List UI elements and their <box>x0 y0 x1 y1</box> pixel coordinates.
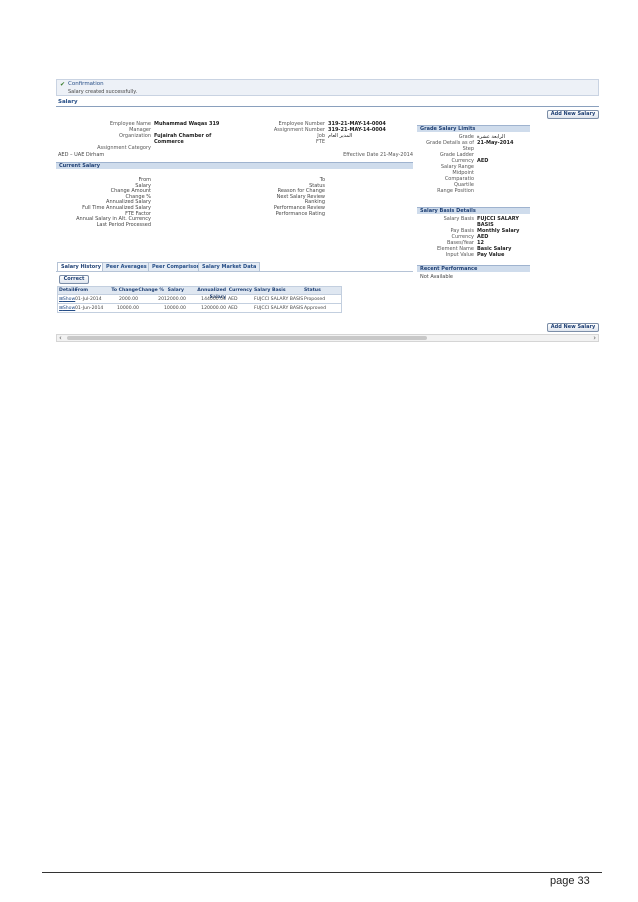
grade-salary-limits-header: Grade Salary Limits <box>417 125 530 132</box>
assignment-category-label: Assignment Category <box>97 145 151 151</box>
header-change: Change <box>118 288 138 293</box>
table-row: ⊞Show 01-Jun-2014 10000.00 10000.00 1200… <box>58 303 341 312</box>
row-basis: FUJCCI SALARY BASIS <box>254 306 304 311</box>
page-title-rule <box>56 106 599 107</box>
row-currency: AED <box>228 306 238 311</box>
salary-history-table: Details From To Change Change % Salary A… <box>57 286 342 313</box>
row-annualized: 144000.00 <box>201 297 226 302</box>
fte-label: FTE <box>315 139 325 145</box>
current-salary-label: Last Period Processed <box>96 221 151 228</box>
organization-value: Fujairah Chamber of Commerce <box>154 133 212 145</box>
row-from: 01-Jul-2014 <box>75 297 102 302</box>
current-salary-left-labels: From Salary Change Amount Change % Annua… <box>76 177 151 228</box>
recent-performance-value: Not Available <box>420 274 453 280</box>
row-salary: 12000.00 <box>164 297 186 302</box>
confirmation-title: Confirmation <box>68 81 104 87</box>
row-annualized: 120000.00 <box>201 306 226 311</box>
salary-basis-value: FUJCCI SALARY BASIS <box>477 216 519 228</box>
effective-date: Effective Date 21-May-2014 <box>343 152 413 158</box>
scrollbar-thumb[interactable] <box>67 336 427 340</box>
row-change: 2000.00 <box>119 297 138 302</box>
job-value: المدير العام <box>328 133 353 139</box>
scroll-right-arrow[interactable]: › <box>593 335 596 342</box>
row-status: Approved <box>304 306 327 311</box>
tab-salary-history[interactable]: Salary History <box>57 262 105 271</box>
input-value-value: Pay Value <box>477 252 505 258</box>
row-salary: 10000.00 <box>164 306 186 311</box>
row-from: 01-Jun-2014 <box>75 306 104 311</box>
recent-performance-header: Recent Performance <box>417 265 530 272</box>
add-new-salary-button-top[interactable]: Add New Salary <box>547 110 599 119</box>
salary-basis-details-header: Salary Basis Details <box>417 207 530 214</box>
horizontal-scrollbar[interactable]: ‹ › <box>56 334 599 342</box>
correct-button[interactable]: Correct <box>59 275 89 284</box>
header-details: Details <box>59 288 78 293</box>
row-basis: FUJCCI SALARY BASIS <box>254 297 304 302</box>
show-link-label: Show <box>62 297 76 302</box>
current-salary-right-labels: To Status Reason for Change Next Salary … <box>274 177 325 217</box>
table-row: ⊞Show 01-Jul-2014 2000.00 20 12000.00 14… <box>58 294 341 303</box>
input-value-label: Input Value <box>445 252 474 258</box>
tab-peer-comparison[interactable]: Peer Comparison <box>148 262 205 271</box>
row-currency: AED <box>228 297 238 302</box>
show-details-link[interactable]: ⊞Show <box>58 304 75 312</box>
row-status: Proposed <box>304 297 326 302</box>
salary-screenshot: ✔ Confirmation Salary created successful… <box>56 79 599 343</box>
tab-peer-averages[interactable]: Peer Averages <box>102 262 151 271</box>
employee-name-value: Muhammad Waqas 319 <box>154 121 220 127</box>
add-new-salary-button-bottom[interactable]: Add New Salary <box>547 323 599 332</box>
salary-basis-label: Salary Basis <box>443 216 474 222</box>
row-to <box>106 304 117 312</box>
page-title: Salary <box>58 99 78 105</box>
tab-salary-market-data[interactable]: Salary Market Data <box>198 262 261 271</box>
header-currency: Currency <box>228 288 252 293</box>
show-details-link[interactable]: ⊞Show <box>58 295 75 303</box>
header-basis: Salary Basis <box>254 288 286 293</box>
page-number: page 33 <box>550 875 590 887</box>
row-change-pct <box>138 304 164 312</box>
footer-rule <box>42 872 602 873</box>
grade-currency-value: AED <box>477 158 489 164</box>
range-position-label: Range Position <box>437 188 474 194</box>
header-annualized: Annualized Salary <box>197 288 226 300</box>
header-status: Status <box>304 288 321 293</box>
row-to <box>106 295 117 303</box>
header-from: From <box>75 288 89 293</box>
scroll-left-arrow[interactable]: ‹ <box>59 335 62 342</box>
row-change-pct: 20 <box>158 297 164 302</box>
current-salary-label: Performance Rating <box>275 210 325 217</box>
tabs-rule <box>56 271 413 272</box>
grade-details-as-of-value: 21-May-2014 <box>477 140 514 146</box>
header-salary: Salary <box>167 288 184 293</box>
header-to: To <box>111 288 117 293</box>
show-link-label: Show <box>62 306 76 311</box>
current-salary-header: Current Salary <box>56 162 413 169</box>
currency-note: AED – UAE Dirham <box>58 152 105 158</box>
row-change: 10000.00 <box>117 306 139 311</box>
table-header-row: Details From To Change Change % Salary A… <box>58 287 341 300</box>
confirmation-icon: ✔ <box>60 81 66 88</box>
confirmation-message: Salary created successfully. <box>68 89 138 95</box>
organization-label: Organization <box>119 133 151 139</box>
confirmation-banner: ✔ Confirmation Salary created successful… <box>56 79 599 96</box>
header-change-pct: Change % <box>138 288 164 293</box>
